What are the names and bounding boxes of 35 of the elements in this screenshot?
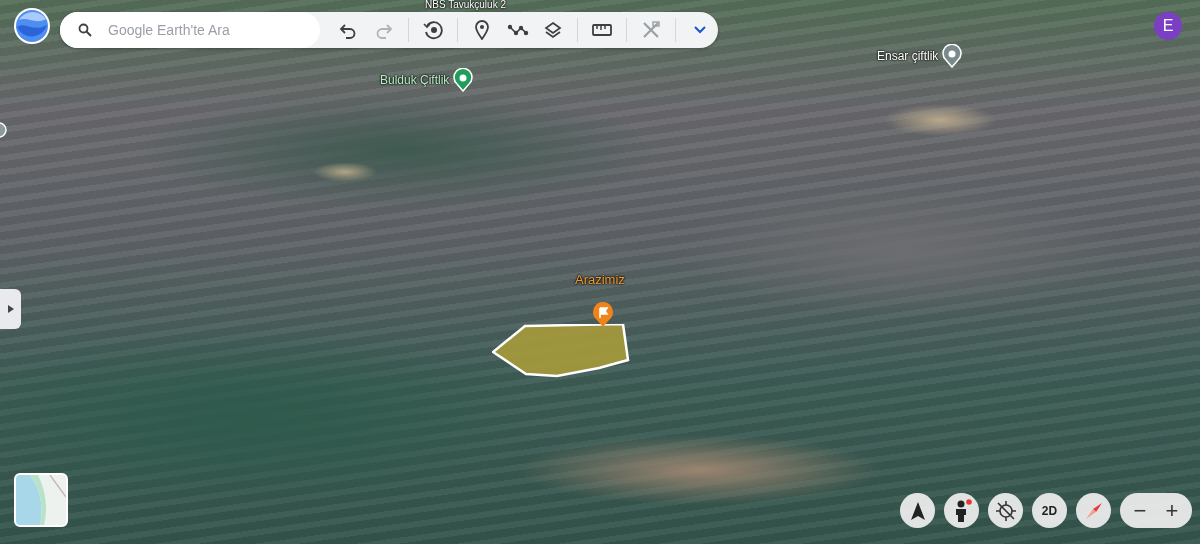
map-place-label[interactable]: NBS Tavukçuluk 2 — [425, 0, 506, 10]
navigate-button[interactable] — [900, 493, 935, 528]
park-marker-icon[interactable] — [453, 68, 474, 92]
undo-icon — [338, 21, 357, 39]
map-thumbnail-icon — [16, 475, 66, 525]
crossed-tools-icon — [641, 20, 662, 40]
place-marker-icon[interactable] — [942, 44, 963, 68]
land-parcel-polygon[interactable] — [492, 324, 632, 378]
map-place-label[interactable]: Ensar çiftlik — [877, 49, 939, 63]
expand-panel-button[interactable] — [0, 289, 21, 329]
2d-toggle-button[interactable]: 2D — [1032, 493, 1067, 528]
layers-icon — [544, 21, 563, 39]
flag-marker-icon[interactable] — [592, 302, 614, 328]
pin-icon — [473, 20, 490, 40]
search-icon — [78, 23, 92, 37]
zoom-in-button[interactable]: + — [1156, 493, 1188, 528]
compass-button[interactable] — [1076, 493, 1111, 528]
path-icon — [506, 23, 529, 37]
map-marker-icon[interactable] — [0, 121, 8, 139]
location-off-button[interactable] — [988, 493, 1023, 528]
location-off-icon — [994, 499, 1017, 522]
redo-icon — [374, 21, 393, 39]
chevron-down-icon — [694, 26, 706, 34]
map-place-label[interactable]: Bulduk Çiftlik — [380, 73, 450, 87]
search-field[interactable]: Google Earth'te Ara — [60, 12, 320, 48]
ruler-icon — [592, 24, 613, 36]
compass-needle-icon — [1083, 500, 1104, 521]
earth-logo-icon[interactable] — [13, 7, 51, 45]
caret-icon — [7, 305, 14, 313]
arrow-icon — [909, 500, 926, 521]
history-icon — [422, 20, 443, 40]
satellite-terrain-image[interactable] — [0, 0, 1200, 544]
account-avatar[interactable]: E — [1154, 12, 1182, 40]
street-view-button[interactable] — [944, 493, 979, 528]
zoom-out-button[interactable]: − — [1124, 493, 1156, 528]
